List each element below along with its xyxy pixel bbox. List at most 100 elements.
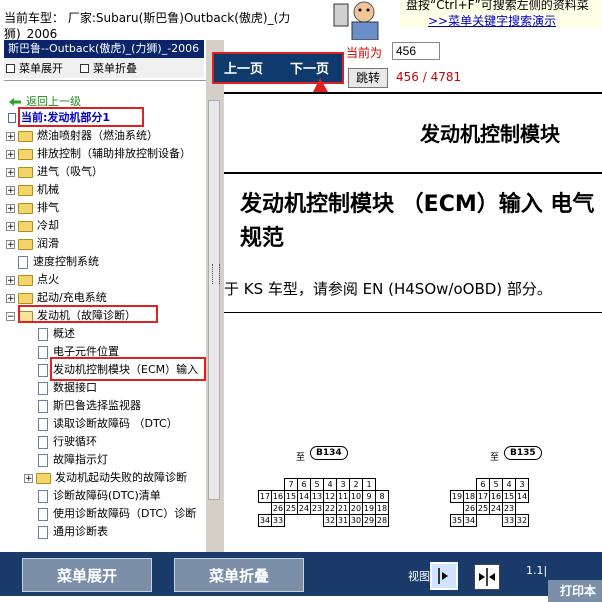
document-note: 于 KS 车型，请参阅 EN (H4SOw/oOBD) 部分。 [224,280,552,298]
collapse-icon [80,63,89,73]
zoom-level: 1.1| [526,564,548,577]
tree-scrollbar[interactable] [208,100,220,500]
pin: 7 [284,478,298,491]
pin: 34 [463,514,477,527]
pin: 24 [489,502,503,515]
pin: 17 [258,490,272,503]
pin: 18 [375,502,389,515]
pin: 32 [515,514,529,527]
sub-tree-item[interactable]: 概述 [38,325,75,343]
sub-tree-item[interactable]: 斯巴鲁选择监视器 [38,397,141,415]
sub-tree-item[interactable]: 通用诊断表 [38,523,108,541]
pin: 33 [502,514,516,527]
page-number-input[interactable] [392,42,440,60]
view-label: 视图 [408,570,430,583]
pin: 19 [362,502,376,515]
fit-width-button[interactable] [430,562,458,590]
pin: 4 [502,478,516,491]
sub-tree-item[interactable]: 读取诊断故障码 （DTC） [38,415,178,433]
pin: 29 [362,514,376,527]
pin: 18 [463,490,477,503]
pin: 15 [284,490,298,503]
tree-item[interactable]: + 冷却 [6,217,59,235]
pin: 3 [336,478,350,491]
document-icon [38,525,48,539]
tree-item[interactable]: + 点火 [6,271,59,289]
pin: 6 [476,478,490,491]
sub-tree-item[interactable]: 行驶循环 [38,433,97,451]
pin: 24 [297,502,311,515]
fit-page-icon [479,568,495,586]
plus-icon: + [6,275,15,286]
folder-icon [18,274,33,286]
book-icon [8,113,16,123]
splitter-grip[interactable] [212,264,220,284]
pin: 2 [349,478,363,491]
pin: 5 [310,478,324,491]
connector1-pin-table: 7654321 17 16 15 14 13 12 11 10 9 8 26 25 24 23 22 21 2… [258,478,389,527]
left-panel-title: 斯巴鲁--Outback(傲虎)_(力狮)_-2006 [4,40,204,58]
plus-icon: + [24,473,33,484]
search-demo-link[interactable]: >>菜单关键字搜索演示 [428,12,556,29]
pin: 30 [349,514,363,527]
sub-tree-item[interactable]: + 发动机起动失败的故障诊断 [24,469,187,487]
pin: 12 [323,490,337,503]
page-count: 456 / 4781 [396,70,462,84]
connector2-name: B135 [504,446,542,460]
document-title: 发动机控制模块 （ECM）输入 电气规范 [240,192,595,251]
document-icon [38,327,48,341]
fit-width-icon [438,568,448,584]
sub-tree-item[interactable]: 故障指示灯 [38,451,108,469]
pin: 19 [450,490,464,503]
folder-icon [18,130,33,142]
bottom-expand-button[interactable]: 菜单展开 [22,558,152,592]
sub-tree-item[interactable]: 诊断故障码(DTC)清单 [38,487,161,505]
folder-icon [36,472,51,484]
document-icon [38,363,48,377]
document-icon [38,489,48,503]
minus-icon: − [6,311,15,322]
tree-expand-button[interactable]: 菜单展开 [6,60,63,76]
tree-item[interactable]: + 排放控制（辅助排放控制设备） [6,145,191,163]
fit-page-button[interactable] [474,564,500,590]
back-arrow-icon [9,98,21,106]
tree-item[interactable]: + 润滑 [6,235,59,253]
pin: 22 [323,502,337,515]
tree-collapse-button[interactable]: 菜单折叠 [80,60,137,76]
sub-tree-item[interactable]: 使用诊断故障码（DTC）诊断 [38,505,196,523]
highlight-engine-diagnosis [18,305,158,323]
tree-item[interactable]: + 机械 [6,181,59,199]
document-icon [38,435,48,449]
document-icon [38,453,48,467]
pin: 9 [362,490,376,503]
pin: 21 [336,502,350,515]
connector1-prefix: 至 [296,453,306,463]
pin: 13 [310,490,324,503]
sub-tree-item[interactable]: 数据接口 [38,379,97,397]
tree-item[interactable]: + 进气（吸气） [6,163,103,181]
bottom-collapse-button[interactable]: 菜单折叠 [174,558,304,592]
tree-item[interactable]: 速度控制系统 [18,253,99,271]
document-icon [18,255,28,269]
pin: 14 [297,490,311,503]
pin: 25 [284,502,298,515]
pin: 34 [258,514,272,527]
current-page-label: 当前为 [346,46,383,60]
pin: 15 [502,490,516,503]
connector1-name: B134 [310,446,348,460]
pin: 6 [297,478,311,491]
pin: 20 [349,502,363,515]
pin: 16 [489,490,503,503]
pin: 33 [271,514,285,527]
connector2-prefix: 至 [490,453,500,463]
pin: 17 [476,490,490,503]
plus-icon: + [6,167,15,178]
pin: 31 [336,514,350,527]
navigation-tree: 返回上一级 当前:发动机部分1 + 燃油喷射器（燃油系统） + 排放控制（辅助排放控… [4,80,206,543]
pin: 35 [450,514,464,527]
folder-icon [18,238,33,250]
print-button[interactable]: 打印本 [548,580,602,602]
plus-icon: + [6,149,15,160]
tree-item[interactable]: + 排气 [6,199,59,217]
tree-item[interactable]: + 燃油喷射器（燃油系统） [6,127,158,145]
